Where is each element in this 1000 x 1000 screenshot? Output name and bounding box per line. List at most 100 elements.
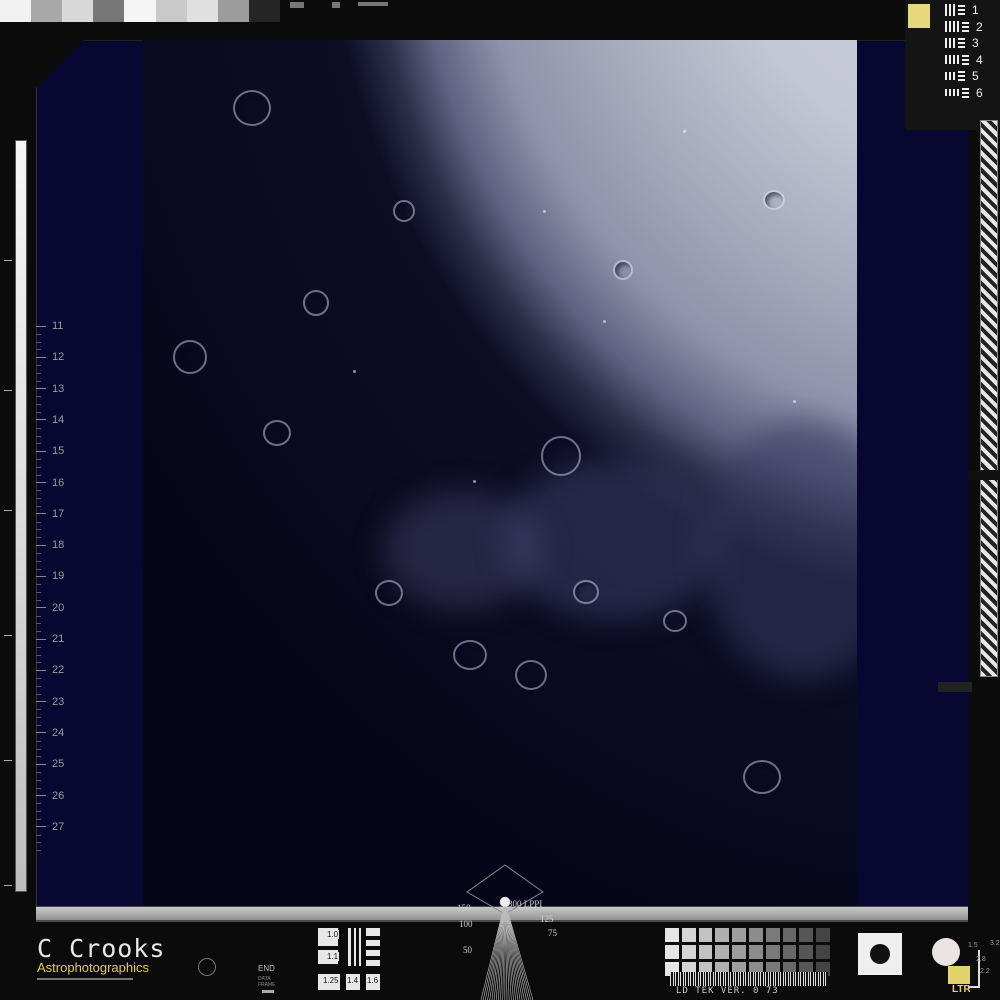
scale-minor-tick [36,584,41,586]
grayscale-patch [765,945,780,959]
grayscale-patch-grid [665,928,830,976]
corner-number: 2.2 [980,968,990,975]
resolution-hbar [962,91,969,94]
scale-label-row: 20 [36,602,64,614]
resolution-hbar [962,21,969,24]
top-grayscale-strip [0,0,280,22]
scale-minor-tick [36,717,41,719]
scale-label: 22 [52,664,65,677]
gauge-label: 1.0 [326,930,340,939]
grayscale-patch [799,945,814,959]
scale-minor-tick [36,592,41,594]
resolution-bar [945,4,947,16]
resolution-row: 4 [945,53,986,67]
resolution-bars [945,38,955,48]
tek-version-label: LD TEK VER. 0 73 [676,986,779,996]
scale-minor-tick [36,842,41,844]
resolution-bar [953,4,955,16]
scale-minor-tick [36,709,41,711]
resolution-row: 5 [945,69,982,83]
grayscale-patch [665,928,679,942]
resolution-bar [949,21,951,32]
scale-minor-tick [36,740,41,742]
left-rail-marks [0,140,12,890]
scale-minor-tick [36,779,41,781]
scale-label: 21 [52,633,65,645]
resolution-label: 1 [972,3,979,17]
resolution-hbar [962,95,969,98]
grayscale-patch [665,945,679,959]
scale-label-row: 21 [36,633,64,645]
scale-tick [36,701,46,703]
resolution-row: 6 [945,86,986,100]
grayscale-patch [749,928,763,942]
resolution-fan-chart: 150 300 LPPI 100 125 75 50 [457,864,558,1000]
scale-tick [36,763,46,765]
resolution-bars [945,89,959,96]
resolution-bars [945,55,959,64]
scale-tick [36,795,46,796]
gauge-label: 1.1 [326,952,340,961]
resolution-bar [957,89,959,96]
corner-circle-icon [932,938,960,966]
resolution-bar [945,72,947,80]
fan-label-300: 300 LPPI [508,899,542,909]
grayscale-patch [782,928,797,942]
scale-minor-tick [36,803,41,805]
resolution-label: 2 [976,19,983,34]
scale-label: 18 [52,539,65,552]
resolution-label: 6 [976,85,983,100]
scale-tick [36,325,46,327]
resolution-hbars [962,21,969,32]
scale-label-row: 18 [36,539,64,551]
scale-tick [36,607,46,609]
resolution-bar [949,38,951,48]
ltr-label: LTR [952,984,971,995]
resolution-bars [945,4,955,16]
resolution-hbar [958,5,965,7]
scale-minor-tick [36,459,41,461]
end-mark [262,990,274,993]
scale-minor-tick [36,772,41,774]
scale-label: 17 [52,507,65,520]
end-sublabel: DATA FRAME [258,976,276,988]
scale-tick [36,732,46,734]
resolution-hbars [962,87,969,98]
scale-minor-tick [36,404,41,406]
scale-minor-tick [36,427,41,429]
scale-minor-tick [36,748,41,750]
scale-label-row: 11 [36,320,63,332]
barcode-strip [670,972,828,986]
resolution-bar [953,72,955,80]
resolution-row: 3 [945,36,982,50]
resolution-hbar [962,29,969,32]
scale-minor-tick [36,498,41,500]
logo-underline [37,978,133,980]
resolution-hbar [958,42,965,44]
grayscale-patch [732,928,746,942]
scale-label: 26 [52,789,65,802]
fan-label-125: 125 [540,914,554,924]
scale-label: 20 [52,601,65,614]
left-numeric-scale: 11 12 13 14 15 16 17 18 19 20 21 22 23 24 25 26 27 [36,320,106,860]
right-notch [968,470,1000,480]
grayscale-patch [732,945,746,959]
resolution-hbar [962,25,969,28]
moon-photograph [143,40,857,906]
fan-line [504,901,523,1000]
scale-minor-tick [36,646,41,648]
scale-tick [36,575,46,577]
grayscale-patch [816,928,830,942]
scale-minor-tick [36,685,41,687]
resolution-bar [953,21,955,32]
scale-label-row: 17 [36,508,64,520]
resolution-reference-square [908,4,930,28]
scale-label: 11 [52,320,64,332]
scale-tick [36,419,46,421]
scale-minor-tick [36,490,41,492]
right-checker-rail [980,120,998,677]
grayscale-patch [799,928,814,942]
resolution-label: 5 [972,69,979,83]
scale-label: 24 [52,726,65,739]
scale-minor-tick [36,811,41,813]
